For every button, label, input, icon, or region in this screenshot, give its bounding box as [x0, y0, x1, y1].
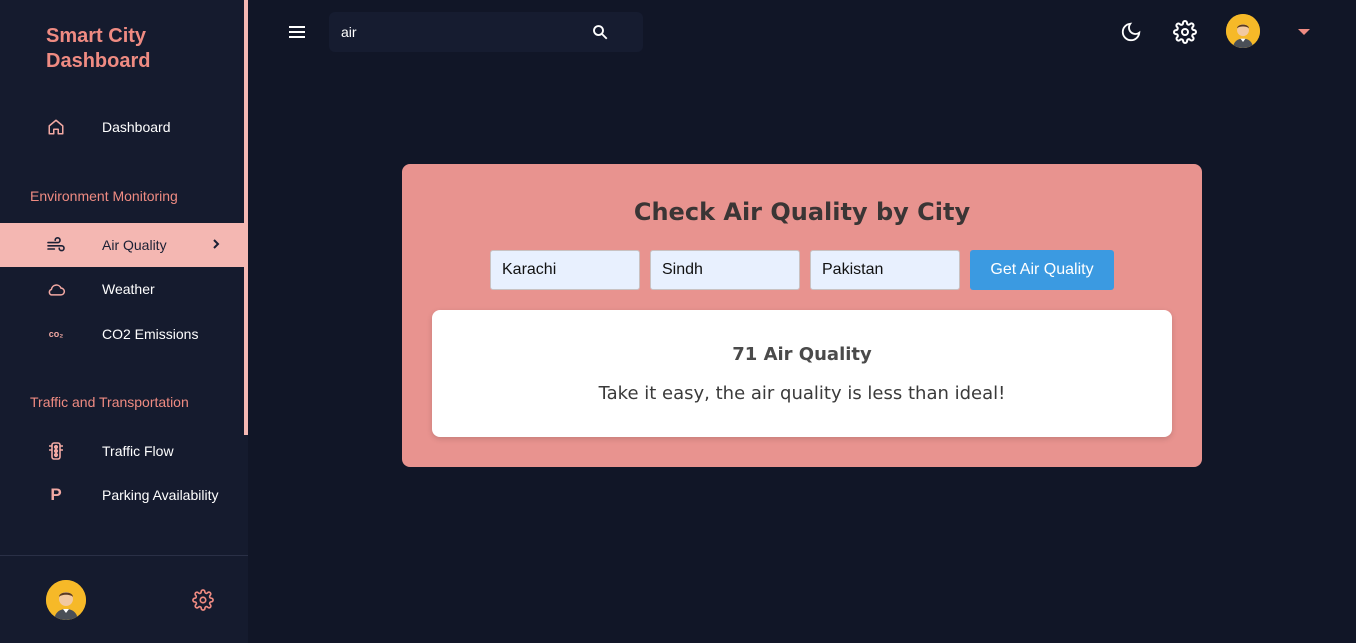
state-input[interactable] — [650, 250, 800, 290]
wind-icon — [46, 235, 66, 255]
sidebar-scrollbar[interactable] — [244, 0, 248, 435]
sidebar-item-parking-availability[interactable]: P Parking Availability — [0, 473, 244, 517]
sidebar: Smart City Dashboard Dashboard Environme… — [0, 0, 248, 643]
search-bar — [329, 12, 643, 52]
air-quality-value: 71 Air Quality — [732, 344, 872, 365]
search-icon[interactable] — [591, 23, 609, 41]
sidebar-item-label: Parking Availability — [102, 487, 219, 503]
avatar-icon — [46, 580, 86, 620]
card-title: Check Air Quality by City — [633, 198, 971, 226]
city-input[interactable] — [490, 250, 640, 290]
traffic-light-icon — [46, 441, 66, 461]
sidebar-item-label: Weather — [102, 281, 155, 297]
settings-gear-icon[interactable] — [1173, 20, 1197, 44]
co2-icon: co₂ — [48, 329, 64, 339]
sidebar-item-label: Air Quality — [102, 237, 167, 253]
section-label-traffic: Traffic and Transportation — [30, 394, 189, 410]
avatar[interactable] — [46, 580, 86, 620]
air-quality-card: Check Air Quality by City Get Air Qualit… — [402, 164, 1202, 467]
sidebar-item-dashboard[interactable]: Dashboard — [0, 105, 244, 149]
home-icon — [46, 117, 66, 137]
result-panel: 71 Air Quality Take it easy, the air qua… — [432, 310, 1172, 437]
cloud-icon — [46, 279, 66, 299]
sidebar-item-weather[interactable]: Weather — [0, 267, 244, 311]
settings-gear-icon[interactable] — [192, 589, 214, 611]
air-quality-message: Take it easy, the air quality is less th… — [598, 383, 1006, 404]
sidebar-item-air-quality[interactable]: Air Quality — [0, 223, 244, 267]
moon-icon[interactable] — [1120, 21, 1142, 43]
sidebar-item-co2-emissions[interactable]: co₂ CO2 Emissions — [0, 312, 244, 356]
search-input[interactable] — [341, 12, 581, 52]
country-input[interactable] — [810, 250, 960, 290]
sidebar-item-label: Dashboard — [102, 119, 171, 135]
hamburger-menu-icon[interactable] — [287, 24, 307, 40]
get-air-quality-button[interactable]: Get Air Quality — [970, 250, 1114, 290]
section-label-environment: Environment Monitoring — [30, 188, 178, 204]
chevron-right-icon — [210, 237, 222, 253]
sidebar-item-label: Traffic Flow — [102, 443, 174, 459]
app-title: Smart City Dashboard — [46, 25, 151, 72]
avatar-icon — [1226, 14, 1260, 48]
parking-icon: P — [50, 485, 62, 504]
caret-down-icon[interactable] — [1298, 29, 1310, 35]
sidebar-divider — [0, 555, 248, 556]
sidebar-item-traffic-flow[interactable]: Traffic Flow — [0, 429, 244, 473]
sidebar-item-label: CO2 Emissions — [102, 326, 199, 342]
user-avatar[interactable] — [1226, 14, 1260, 48]
